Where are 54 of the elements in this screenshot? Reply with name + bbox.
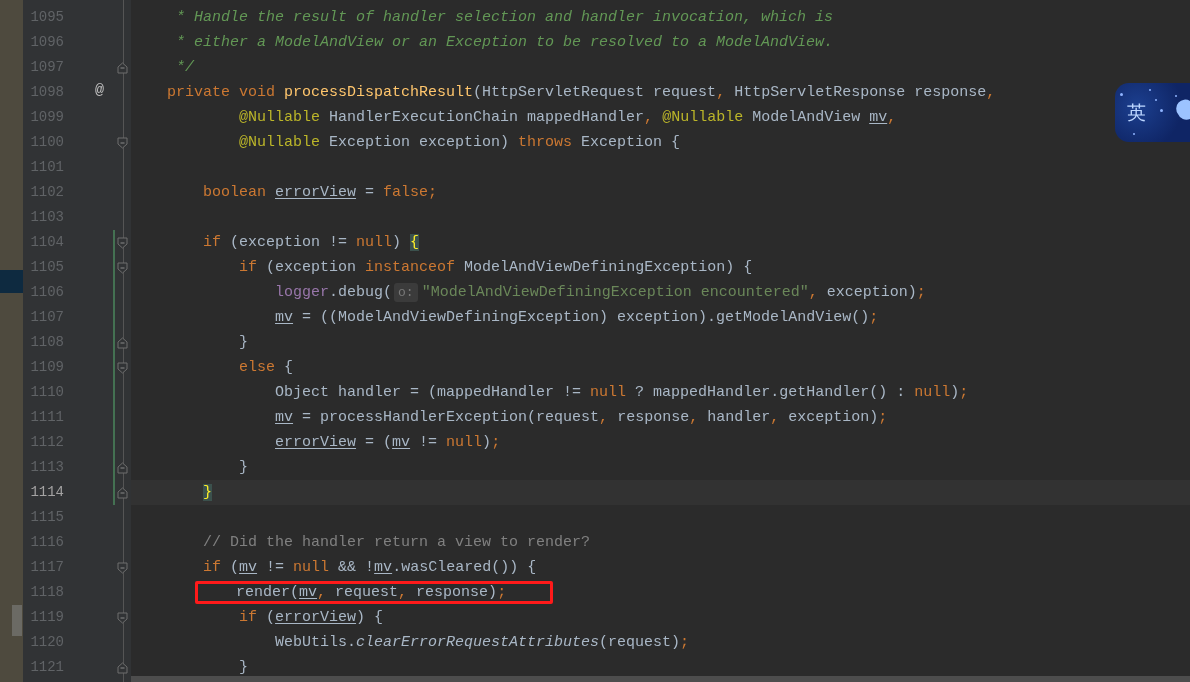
gutter-marker[interactable]: @ (95, 80, 104, 105)
change-marker[interactable] (113, 305, 115, 330)
change-marker[interactable] (113, 280, 115, 305)
change-marker[interactable] (113, 355, 115, 380)
code-line: @Nullable Exception exception) throws Exception { (239, 134, 681, 151)
selected-item-highlight (0, 270, 23, 293)
change-marker[interactable] (113, 230, 115, 255)
code-line: mv = processHandlerException(request, response, handler, exception); (275, 409, 888, 426)
code-line: if (errorView) { (239, 609, 384, 626)
change-marker[interactable] (113, 255, 115, 280)
fold-icon[interactable] (117, 336, 128, 349)
fold-icon[interactable] (117, 486, 128, 499)
code-line: mv = ((ModelAndViewDefiningException) exception).getModelAndView(); (275, 309, 879, 326)
code-line: Object handler = (mappedHandler != null ? mappedHandler.getHandler() : null); (275, 384, 969, 401)
change-marker[interactable] (113, 405, 115, 430)
line-number: 1114 (29, 483, 64, 502)
fold-icon[interactable] (117, 661, 128, 674)
change-marker[interactable] (113, 455, 115, 480)
change-marker[interactable] (113, 480, 115, 505)
code-line: } (239, 334, 249, 351)
code-comment: */ (176, 59, 195, 76)
code-line: "ModelAndViewDefiningException encountered", exception); (421, 284, 926, 301)
fold-icon[interactable] (117, 261, 128, 274)
fold-icon[interactable] (117, 236, 128, 249)
code-comment: * either a ModelAndView or an Exception to be resolved to a ModelAndView. (176, 34, 834, 51)
scrollbar-thumb[interactable] (12, 605, 22, 636)
code-line: render(mv, request, response); (236, 584, 507, 601)
code-line: private void processDispatchResult(HttpServletRequest request, HttpServletResponse response, (167, 84, 996, 101)
horizontal-scrollbar-thumb[interactable] (131, 676, 1190, 682)
change-marker[interactable] (113, 330, 115, 355)
code-line: boolean errorView = false; (203, 184, 438, 201)
moon-icon (1176, 99, 1190, 121)
parameter-hint: o: (394, 283, 418, 302)
fold-icon[interactable] (117, 136, 128, 149)
code-line: if (mv != null && !mv.wasCleared()) { (203, 559, 537, 576)
change-marker[interactable] (113, 430, 115, 455)
code-comment: // Did the handler return a view to render? (203, 534, 591, 551)
fold-icon[interactable] (117, 61, 128, 74)
fold-icon[interactable] (117, 561, 128, 574)
code-line: } (239, 659, 249, 676)
change-marker[interactable] (113, 380, 115, 405)
code-line: @Nullable HandlerExecutionChain mappedHandler, @Nullable ModelAndView mv, (239, 109, 897, 126)
code-line: logger.debug( (275, 284, 393, 301)
code-line: if (exception instanceof ModelAndViewDefiningException) { (239, 259, 753, 276)
code-line: else { (239, 359, 294, 376)
ime-toggle-button[interactable]: 英 (1115, 83, 1190, 142)
code-comment: * Handle the result of handler selection and handler invocation, which is (176, 9, 834, 26)
code-line: errorView = (mv != null); (275, 434, 501, 451)
fold-icon[interactable] (117, 461, 128, 474)
code-line: if (exception != null) { (203, 234, 420, 251)
fold-icon[interactable] (117, 361, 128, 374)
code-line: } (239, 459, 249, 476)
fold-icon[interactable] (117, 611, 128, 624)
code-line: WebUtils.clearErrorRequestAttributes(request); (275, 634, 690, 651)
